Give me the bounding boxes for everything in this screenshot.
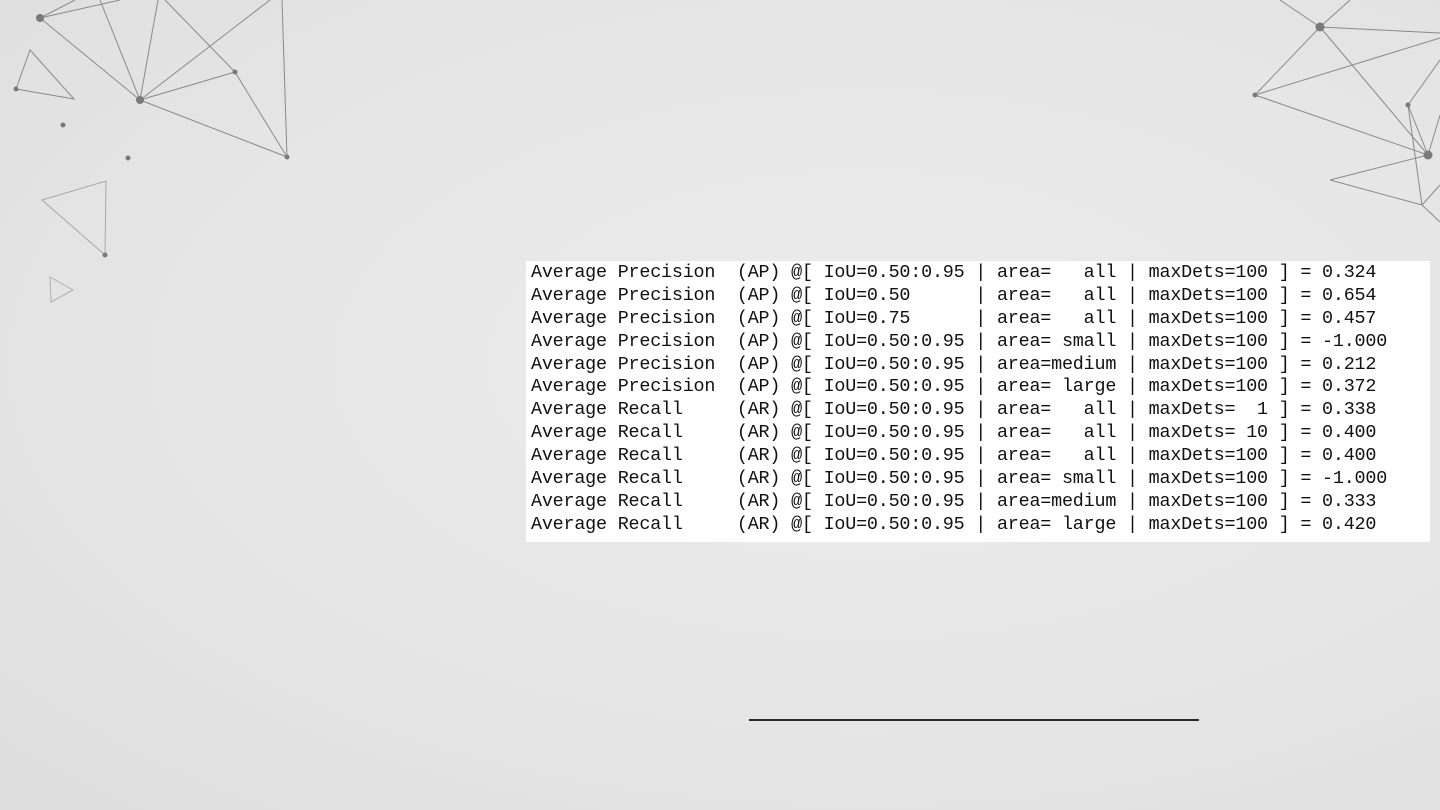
result-line-ap-all: Average Precision (AP) @[ IoU=0.50:0.95 … xyxy=(531,262,1377,283)
horizontal-rule xyxy=(749,719,1199,721)
coco-evaluation-results-block: Average Precision (AP) @[ IoU=0.50:0.95 … xyxy=(526,261,1430,542)
result-line-ap-large: Average Precision (AP) @[ IoU=0.50:0.95 … xyxy=(531,376,1377,398)
result-line-ar-large: Average Recall (AR) @[ IoU=0.50:0.95 | a… xyxy=(531,513,1377,535)
result-line-ar-maxdets100: Average Recall (AR) @[ IoU=0.50:0.95 | a… xyxy=(531,445,1377,467)
result-line-ar-maxdets1: Average Recall (AR) @[ IoU=0.50:0.95 | a… xyxy=(531,399,1377,421)
slide-canvas: Average Precision (AP) @[ IoU=0.50:0.95 … xyxy=(0,0,1440,810)
result-line-ap-small: Average Precision (AP) @[ IoU=0.50:0.95 … xyxy=(531,330,1388,352)
result-line-ap-iou50: Average Precision (AP) @[ IoU=0.50 | are… xyxy=(531,284,1377,306)
result-line-ar-medium: Average Recall (AR) @[ IoU=0.50:0.95 | a… xyxy=(531,490,1377,512)
result-line-ar-maxdets10: Average Recall (AR) @[ IoU=0.50:0.95 | a… xyxy=(531,422,1377,444)
geometric-network-decoration-top-right xyxy=(1252,0,1440,223)
result-line-ap-medium: Average Precision (AP) @[ IoU=0.50:0.95 … xyxy=(531,353,1377,375)
result-line-ap-iou75: Average Precision (AP) @[ IoU=0.75 | are… xyxy=(531,307,1377,329)
result-line-ar-small: Average Recall (AR) @[ IoU=0.50:0.95 | a… xyxy=(531,468,1388,490)
geometric-network-decoration-top-left xyxy=(13,0,290,303)
